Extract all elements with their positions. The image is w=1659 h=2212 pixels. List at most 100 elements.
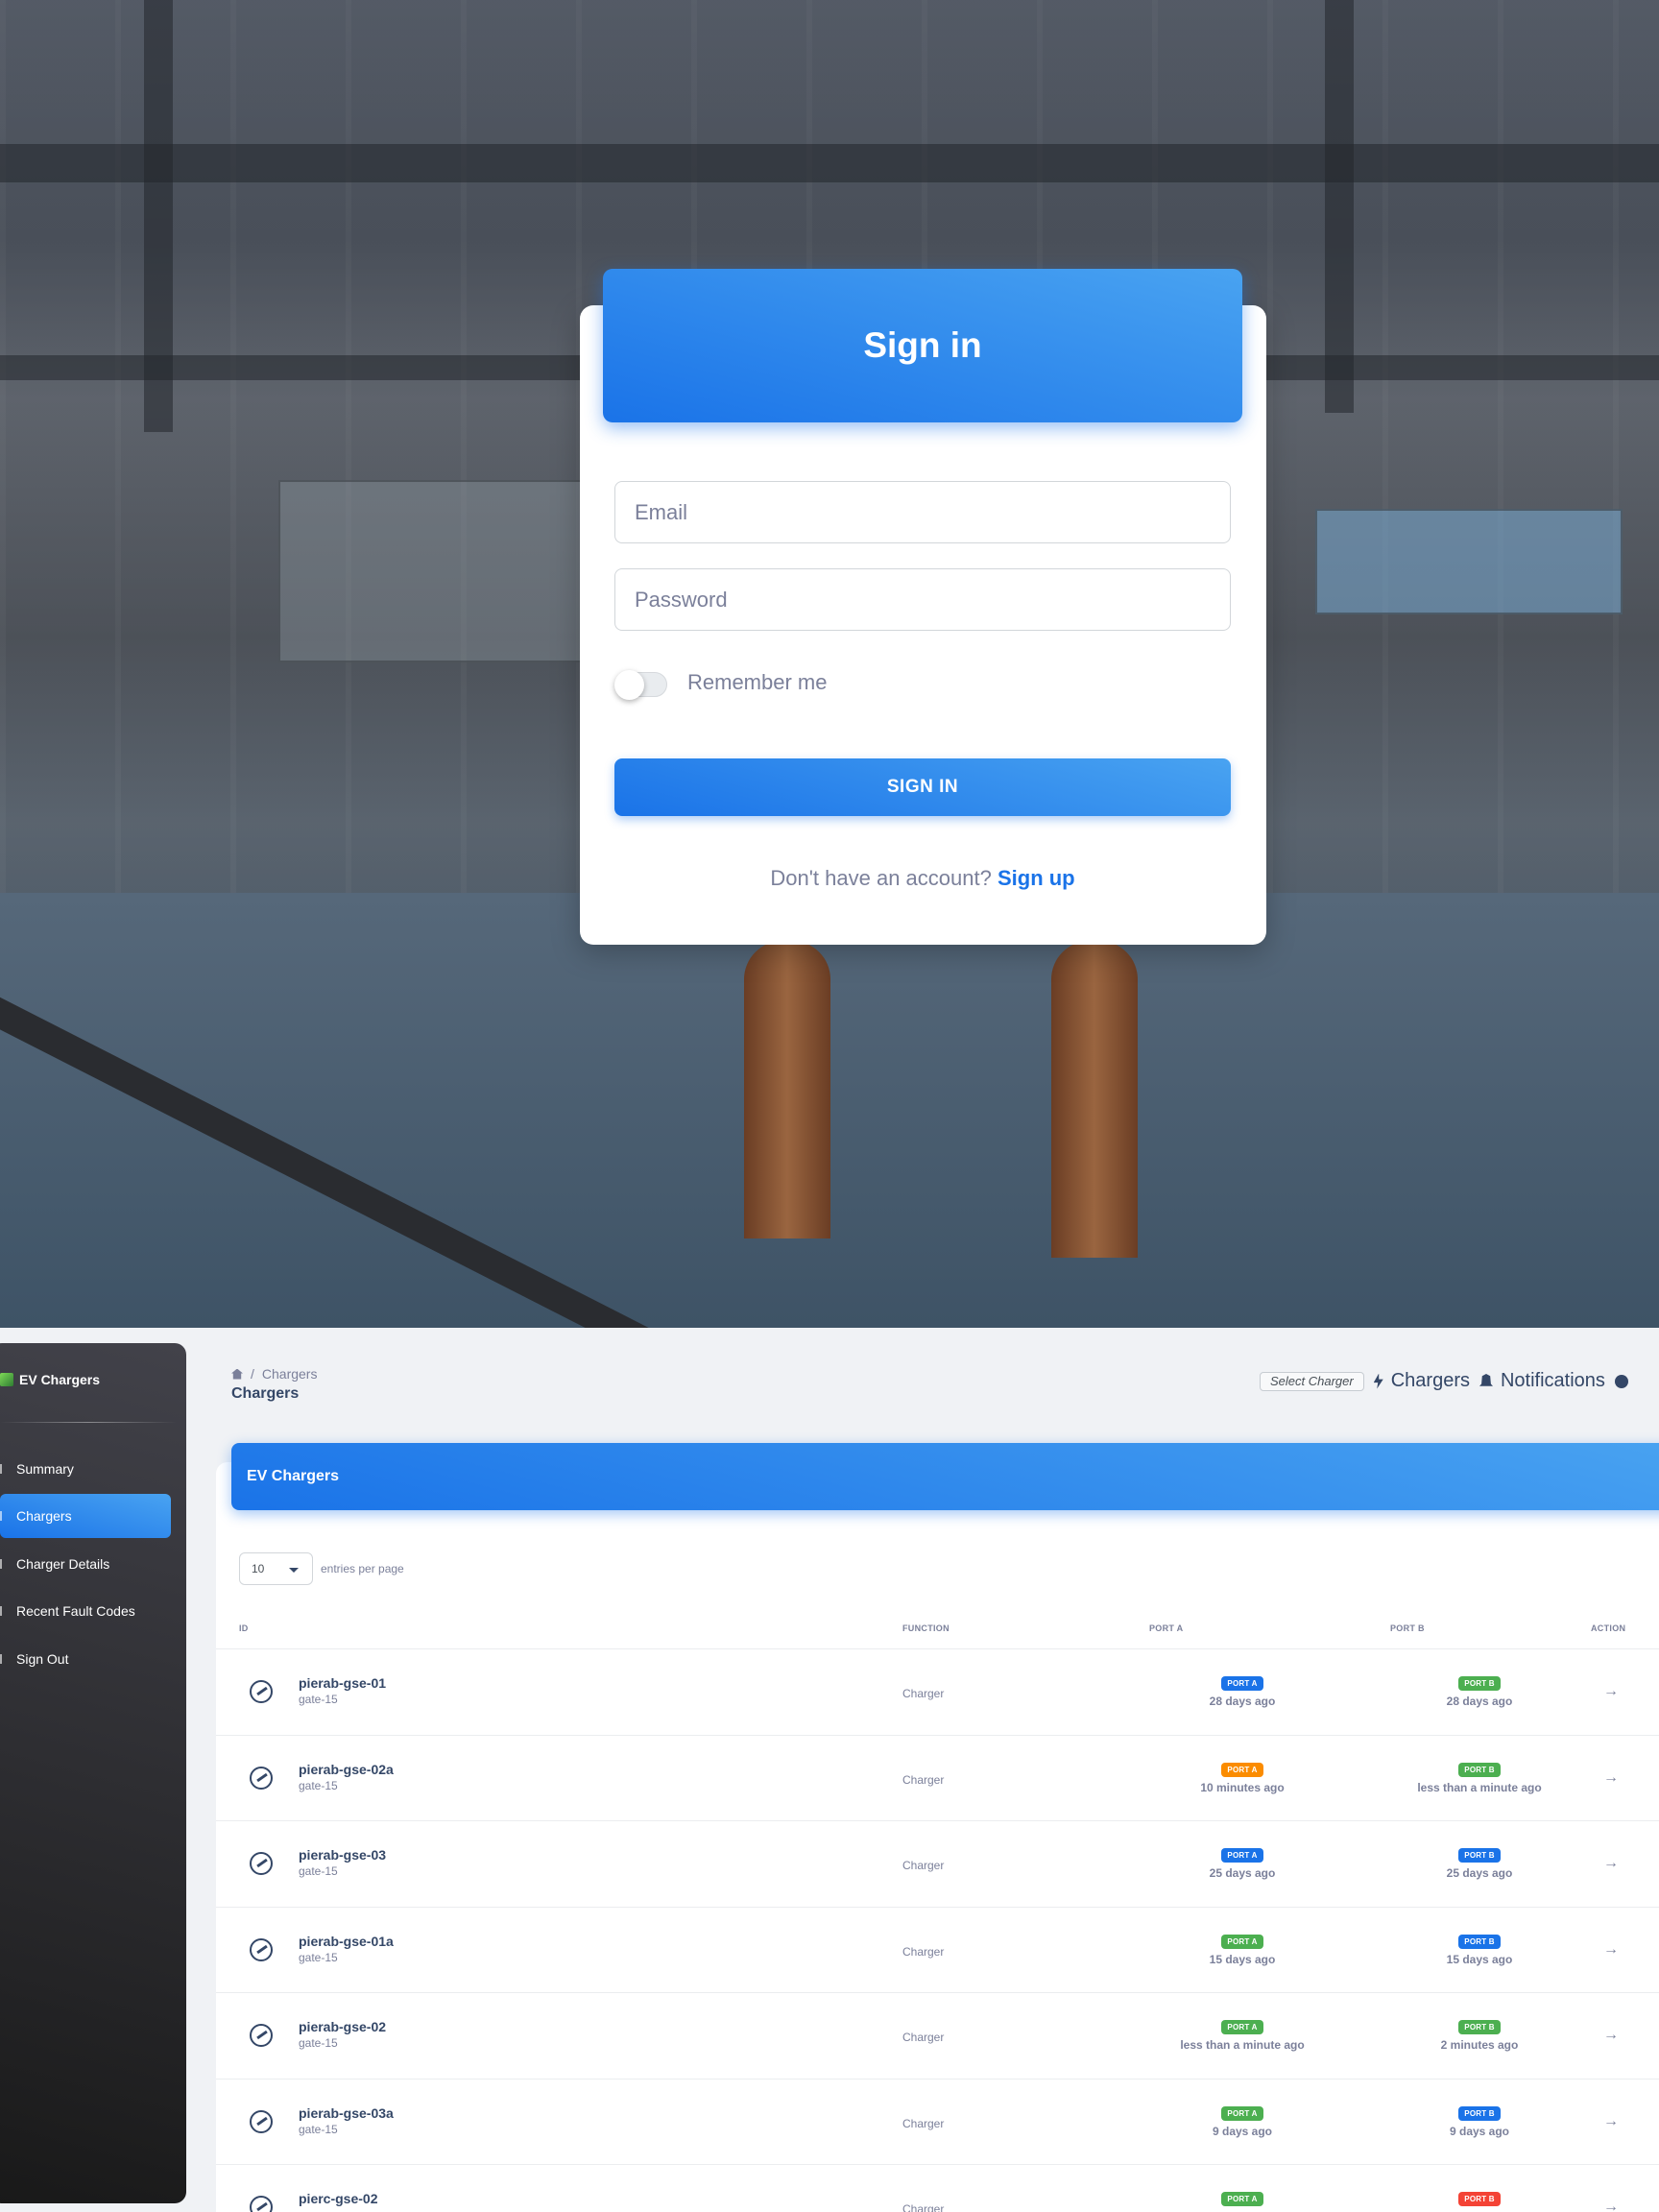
ev-plug-icon — [250, 1852, 273, 1875]
port-a-cell: PORT A less than a minute ago — [1166, 2017, 1319, 2052]
port-a-last-seen: 9 days ago — [1212, 2124, 1273, 2138]
background-display — [1315, 509, 1623, 614]
sign-in-button[interactable]: SIGN IN — [614, 758, 1231, 816]
bolt-icon — [1373, 1373, 1383, 1389]
nav-bullet-icon — [0, 1606, 2, 1616]
breadcrumb: / Chargers — [231, 1366, 317, 1382]
card-header: EV Chargers — [231, 1443, 1659, 1510]
column-header-id[interactable]: ID — [239, 1623, 249, 1633]
port-b-last-seen: less than a minute ago — [1417, 1780, 1542, 1794]
column-header-port-a[interactable]: PORT A — [1149, 1623, 1183, 1633]
arrow-right-icon[interactable]: → — [1603, 1683, 1619, 1700]
ev-plug-icon — [250, 2196, 273, 2212]
port-a-badge: PORT A — [1221, 1676, 1263, 1691]
charger-function: Charger — [902, 1859, 945, 1872]
background-totem — [1051, 941, 1138, 1258]
signin-header: Sign in — [603, 269, 1242, 422]
table-row[interactable]: pierab-gse-03a gate-15 Charger PORT A 9 days… — [216, 2078, 1659, 2164]
port-a-cell: PORT A 28 days ago — [1166, 1673, 1319, 1708]
charger-id[interactable]: pierab-gse-02a — [299, 1762, 394, 1777]
port-b-badge: PORT B — [1458, 2105, 1501, 2121]
port-a-badge: PORT A — [1221, 2020, 1263, 2034]
arrow-right-icon[interactable]: → — [1603, 2199, 1619, 2212]
arrow-right-icon[interactable]: → — [1603, 2113, 1619, 2130]
sidebar-item-label: Recent Fault Codes — [16, 1603, 135, 1619]
background-beam — [144, 0, 173, 432]
sidebar-item-charger-details[interactable]: Charger Details — [0, 1542, 171, 1586]
table-row[interactable]: pierab-gse-01 gate-15 Charger PORT A 28 days… — [216, 1648, 1659, 1734]
sidebar-item-summary[interactable]: Summary — [0, 1447, 171, 1491]
ev-plug-icon — [250, 2024, 273, 2047]
arrow-right-icon[interactable]: → — [1603, 2027, 1619, 2044]
charger-id[interactable]: pierab-gse-01 — [299, 1675, 386, 1691]
remember-me-label: Remember me — [687, 670, 828, 694]
column-header-port-b[interactable]: PORT B — [1390, 1623, 1425, 1633]
charger-id[interactable]: pierab-gse-03 — [299, 1847, 386, 1863]
sidebar-item-chargers[interactable]: Chargers — [0, 1494, 171, 1538]
port-a-badge: PORT A — [1221, 1934, 1263, 1949]
no-account-text: Don't have an account? — [770, 866, 992, 890]
gear-icon[interactable] — [1614, 1374, 1628, 1388]
background-totem — [744, 941, 830, 1238]
arrow-right-icon[interactable]: → — [1603, 1855, 1619, 1872]
column-header-action[interactable]: ACTION — [1591, 1623, 1625, 1633]
port-b-cell: PORT B 15 days ago — [1403, 1932, 1556, 1966]
table-row[interactable]: pierab-gse-01a gate-15 Charger PORT A 15 day… — [216, 1906, 1659, 1992]
charger-gate: gate-15 — [299, 1778, 338, 1792]
arrow-right-icon[interactable]: → — [1603, 1941, 1619, 1959]
sidebar-brand[interactable]: EV Chargers — [0, 1372, 100, 1387]
ev-plug-icon — [250, 2109, 273, 2133]
charger-id[interactable]: pierc-gse-02 — [299, 2191, 377, 2206]
home-icon[interactable] — [231, 1368, 243, 1380]
charger-function: Charger — [902, 2202, 945, 2212]
nav-bullet-icon — [0, 1654, 2, 1664]
entries-select[interactable]: 10 — [239, 1552, 313, 1585]
port-a-last-seen: 15 days ago — [1209, 1952, 1276, 1966]
ev-plug-icon — [250, 1766, 273, 1790]
sidebar: EV Chargers Summary Chargers Charger Det… — [0, 1343, 186, 2203]
sidebar-item-label: Summary — [16, 1461, 74, 1477]
charger-id[interactable]: pierab-gse-02 — [299, 2019, 386, 2034]
charger-id[interactable]: pierab-gse-03a — [299, 2105, 394, 2121]
sidebar-item-recent-fault-codes[interactable]: Recent Fault Codes — [0, 1589, 171, 1633]
table-row[interactable]: pierab-gse-02 gate-15 Charger PORT A less th… — [216, 1992, 1659, 2078]
port-b-last-seen: 25 days ago — [1446, 1866, 1513, 1880]
sidebar-divider — [0, 1422, 177, 1423]
port-b-cell: PORT B 28 days ago — [1403, 1673, 1556, 1708]
sidebar-item-sign-out[interactable]: Sign Out — [0, 1637, 171, 1681]
table-row[interactable]: pierc-gse-02 Charger PORT A PORT B → — [216, 2164, 1659, 2212]
nav-bullet-icon — [0, 1511, 2, 1521]
page-title: Chargers — [231, 1385, 300, 1402]
background-window — [278, 480, 595, 662]
column-header-function[interactable]: FUNCTION — [902, 1623, 950, 1633]
chargers-nav-link[interactable]: Chargers — [1373, 1370, 1470, 1392]
arrow-right-icon[interactable]: → — [1603, 1769, 1619, 1787]
charger-gate: gate-15 — [299, 1864, 338, 1878]
port-b-last-seen: 15 days ago — [1446, 1952, 1513, 1966]
port-b-cell: PORT B less than a minute ago — [1403, 1760, 1556, 1794]
top-navbar: Select Charger Chargers Notifications — [1260, 1370, 1628, 1392]
remember-me-toggle[interactable] — [614, 670, 667, 700]
notifications-nav-link[interactable]: Notifications — [1479, 1370, 1605, 1392]
charger-function: Charger — [902, 2031, 945, 2044]
table-row[interactable]: pierab-gse-02a gate-15 Charger PORT A 10 min… — [216, 1734, 1659, 1820]
charger-function: Charger — [902, 2116, 945, 2130]
password-field[interactable] — [614, 568, 1231, 631]
breadcrumb-separator: / — [251, 1366, 254, 1382]
port-a-cell: PORT A 9 days ago — [1166, 2104, 1319, 2138]
chevron-down-icon — [289, 1568, 299, 1573]
email-field[interactable] — [614, 481, 1231, 543]
signin-title: Sign in — [863, 325, 982, 365]
ev-logo-icon — [0, 1373, 13, 1386]
sign-up-link[interactable]: Sign up — [998, 866, 1075, 890]
nav-bullet-icon — [0, 1464, 2, 1474]
sidebar-item-label: Chargers — [16, 1508, 72, 1524]
charger-gate: gate-15 — [299, 1693, 338, 1706]
signup-prompt: Don't have an account? Sign up — [614, 866, 1231, 891]
select-charger-dropdown[interactable]: Select Charger — [1260, 1371, 1364, 1391]
entries-label: entries per page — [321, 1562, 404, 1575]
port-b-last-seen: 2 minutes ago — [1440, 2038, 1519, 2052]
port-a-cell: PORT A 25 days ago — [1166, 1845, 1319, 1880]
table-row[interactable]: pierab-gse-03 gate-15 Charger PORT A 25 days… — [216, 1820, 1659, 1906]
charger-id[interactable]: pierab-gse-01a — [299, 1934, 394, 1949]
